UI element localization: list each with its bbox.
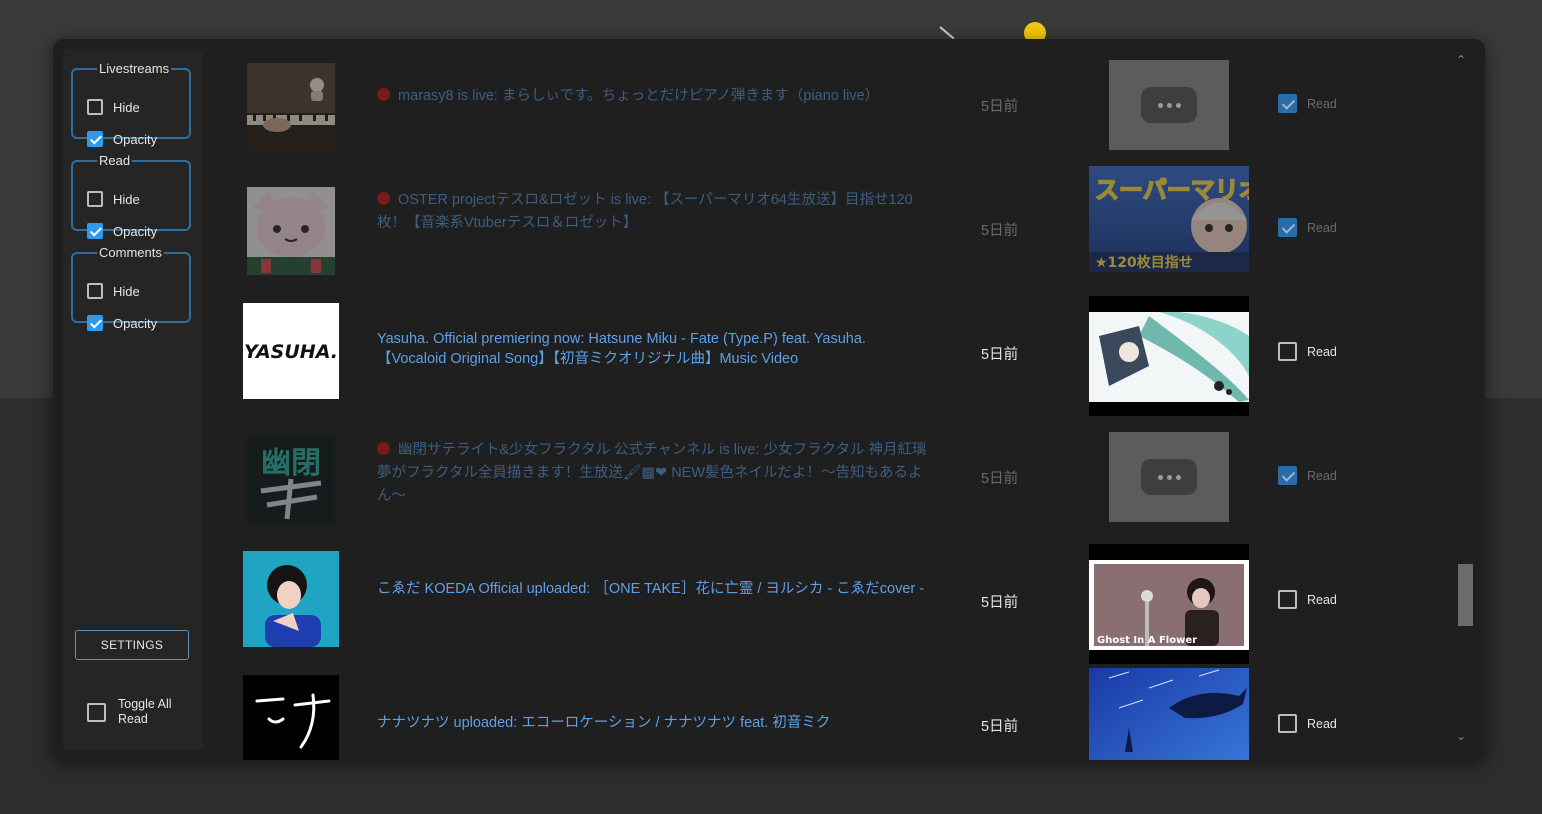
read-option[interactable]: Read — [1278, 342, 1337, 361]
extension-popup: Livestreams Hide Opacity Read Hide Opaci… — [53, 39, 1485, 760]
channel-avatar[interactable]: 幽閉 — [247, 435, 335, 523]
feed-item-title-text: OSTER projectテスロ&ロゼット is live: 【スーパーマリオ6… — [377, 192, 913, 231]
read-option[interactable]: Read — [1278, 714, 1337, 733]
feed-item-time: 5日前 — [981, 223, 1019, 239]
feed-item-title[interactable]: 幽閉サテライト&少女フラクタル 公式チャンネル is live: 少女フラクタル… — [377, 439, 929, 508]
feed-item: YASUHA. Yasuha. Official premiering now:… — [53, 289, 1433, 416]
feed-item-title[interactable]: OSTER projectテスロ&ロゼット is live: 【スーパーマリオ6… — [377, 189, 929, 235]
read-label: Read — [1307, 592, 1337, 607]
read-checkbox[interactable] — [1278, 218, 1297, 237]
channel-avatar[interactable] — [247, 187, 335, 275]
live-indicator-icon — [377, 192, 390, 205]
yasuha-logo-text: YASUHA. — [244, 341, 338, 363]
feed-item-time: 5日前 — [981, 719, 1019, 735]
chevron-up-icon[interactable]: ⌃ — [1456, 53, 1466, 67]
read-label: Read — [1307, 344, 1337, 359]
video-thumbnail[interactable]: スーパーマリオ64 ★120枚目指せ — [1089, 166, 1249, 272]
read-label: Read — [1307, 96, 1337, 111]
feed-item-time: 5日前 — [981, 471, 1019, 487]
read-label: Read — [1307, 716, 1337, 731]
thumbnail-subtitle-text: ★120枚目指せ — [1095, 254, 1193, 271]
feed-item-time: 5日前 — [981, 99, 1019, 115]
read-option[interactable]: Read — [1278, 466, 1337, 485]
video-thumbnail[interactable] — [1109, 60, 1229, 150]
read-label: Read — [1307, 468, 1337, 483]
more-dots-icon — [1141, 87, 1197, 123]
channel-avatar[interactable] — [243, 675, 339, 760]
feed-item-title[interactable]: ナナツナツ uploaded: エコーロケーション / ナナツナツ feat. … — [377, 713, 929, 733]
feed-item-time: 5日前 — [981, 595, 1019, 611]
read-checkbox[interactable] — [1278, 342, 1297, 361]
video-thumbnail[interactable] — [1089, 296, 1249, 416]
scrollbar-thumb[interactable] — [1458, 564, 1473, 626]
read-checkbox[interactable] — [1278, 94, 1297, 113]
feed-item: marasy8 is live: まらしぃです。ちょっとだけピアノ弾きます（pi… — [53, 41, 1433, 165]
read-option[interactable]: Read — [1278, 218, 1337, 237]
feed-item: ナナツナツ uploaded: エコーロケーション / ナナツナツ feat. … — [53, 661, 1433, 760]
channel-avatar[interactable] — [247, 63, 335, 151]
feed-item-title[interactable]: Yasuha. Official premiering now: Hatsune… — [377, 329, 929, 369]
feed-item-title[interactable]: marasy8 is live: まらしぃです。ちょっとだけピアノ弾きます（pi… — [377, 85, 929, 108]
fractal-logo-text: 幽閉 — [261, 446, 321, 481]
channel-avatar[interactable]: YASUHA. — [243, 303, 339, 399]
chevron-down-icon[interactable]: ⌄ — [1456, 729, 1466, 743]
video-thumbnail[interactable] — [1089, 668, 1249, 760]
read-label: Read — [1307, 220, 1337, 235]
live-indicator-icon — [377, 442, 390, 455]
read-option[interactable]: Read — [1278, 94, 1337, 113]
channel-avatar[interactable] — [243, 551, 339, 647]
video-thumbnail[interactable] — [1109, 432, 1229, 522]
feed-item: OSTER projectテスロ&ロゼット is live: 【スーパーマリオ6… — [53, 165, 1433, 289]
feed-item-title-text: marasy8 is live: まらしぃです。ちょっとだけピアノ弾きます（pi… — [398, 88, 880, 104]
feed-item: こゑだ KOEDA Official uploaded: ［ONE TAKE］花… — [53, 537, 1433, 664]
video-thumbnail[interactable]: Ghost In A Flower — [1089, 544, 1249, 664]
read-option[interactable]: Read — [1278, 590, 1337, 609]
read-checkbox[interactable] — [1278, 466, 1297, 485]
feed-item-title[interactable]: こゑだ KOEDA Official uploaded: ［ONE TAKE］花… — [377, 579, 929, 599]
more-dots-icon — [1141, 459, 1197, 495]
feed-item-title-text: 幽閉サテライト&少女フラクタル 公式チャンネル is live: 少女フラクタル… — [377, 442, 927, 504]
read-checkbox[interactable] — [1278, 590, 1297, 609]
live-indicator-icon — [377, 88, 390, 101]
feed-item: 幽閉 幽閉サテライト&少女フラクタル 公式チャンネル is live: 少女フラ… — [53, 413, 1433, 537]
feed-item-time: 5日前 — [981, 347, 1019, 363]
read-checkbox[interactable] — [1278, 714, 1297, 733]
thumbnail-title-text: Ghost In A Flower — [1097, 635, 1197, 646]
